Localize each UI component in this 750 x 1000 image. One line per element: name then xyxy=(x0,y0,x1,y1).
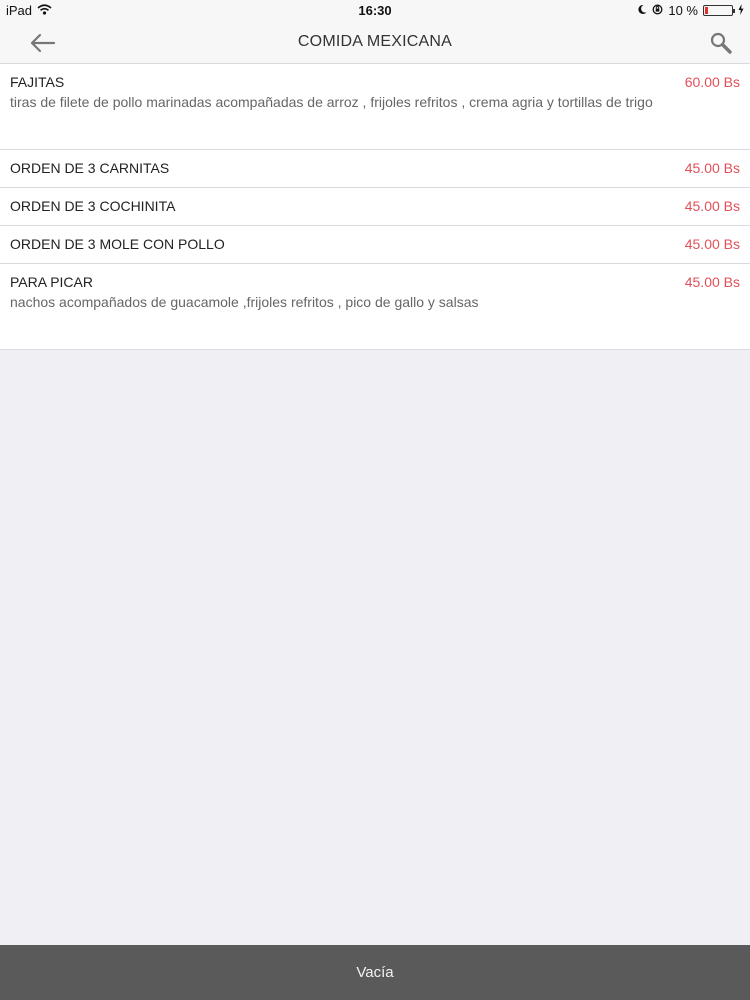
search-icon[interactable] xyxy=(708,30,734,56)
list-item[interactable]: ORDEN DE 3 MOLE CON POLLO 45.00 Bs xyxy=(0,226,750,264)
item-price: 45.00 Bs xyxy=(684,274,740,290)
list-item[interactable]: ORDEN DE 3 COCHINITA 45.00 Bs xyxy=(0,188,750,226)
menu-item-list: FAJITAS tiras de filete de pollo marinad… xyxy=(0,64,750,350)
item-price: 60.00 Bs xyxy=(684,74,740,90)
item-name: ORDEN DE 3 COCHINITA xyxy=(10,198,176,214)
status-right: 10 % xyxy=(637,3,744,18)
item-name: ORDEN DE 3 CARNITAS xyxy=(10,160,170,176)
item-name: ORDEN DE 3 MOLE CON POLLO xyxy=(10,236,225,252)
item-name: FAJITAS xyxy=(10,74,65,90)
charging-icon xyxy=(738,3,744,18)
list-item[interactable]: FAJITAS tiras de filete de pollo marinad… xyxy=(0,64,750,150)
item-description: nachos acompañados de guacamole ,frijole… xyxy=(10,294,479,310)
list-item[interactable]: PARA PICAR nachos acompañados de guacamo… xyxy=(0,264,750,350)
item-name: PARA PICAR xyxy=(10,274,93,290)
rotation-lock-icon xyxy=(652,3,663,18)
item-description: tiras de filete de pollo marinadas acomp… xyxy=(10,94,653,110)
list-item[interactable]: ORDEN DE 3 CARNITAS 45.00 Bs xyxy=(0,150,750,188)
navigation-bar: COMIDA MEXICANA xyxy=(0,22,750,64)
item-price: 45.00 Bs xyxy=(684,198,740,214)
item-price: 45.00 Bs xyxy=(684,236,740,252)
cart-button[interactable]: Vacía xyxy=(0,945,750,1000)
battery-icon xyxy=(703,5,735,16)
item-price: 45.00 Bs xyxy=(684,160,740,176)
status-bar: iPad 16:30 10 % xyxy=(0,0,750,22)
battery-percent: 10 % xyxy=(668,3,698,18)
moon-icon xyxy=(637,3,647,18)
page-title: COMIDA MEXICANA xyxy=(297,33,453,50)
